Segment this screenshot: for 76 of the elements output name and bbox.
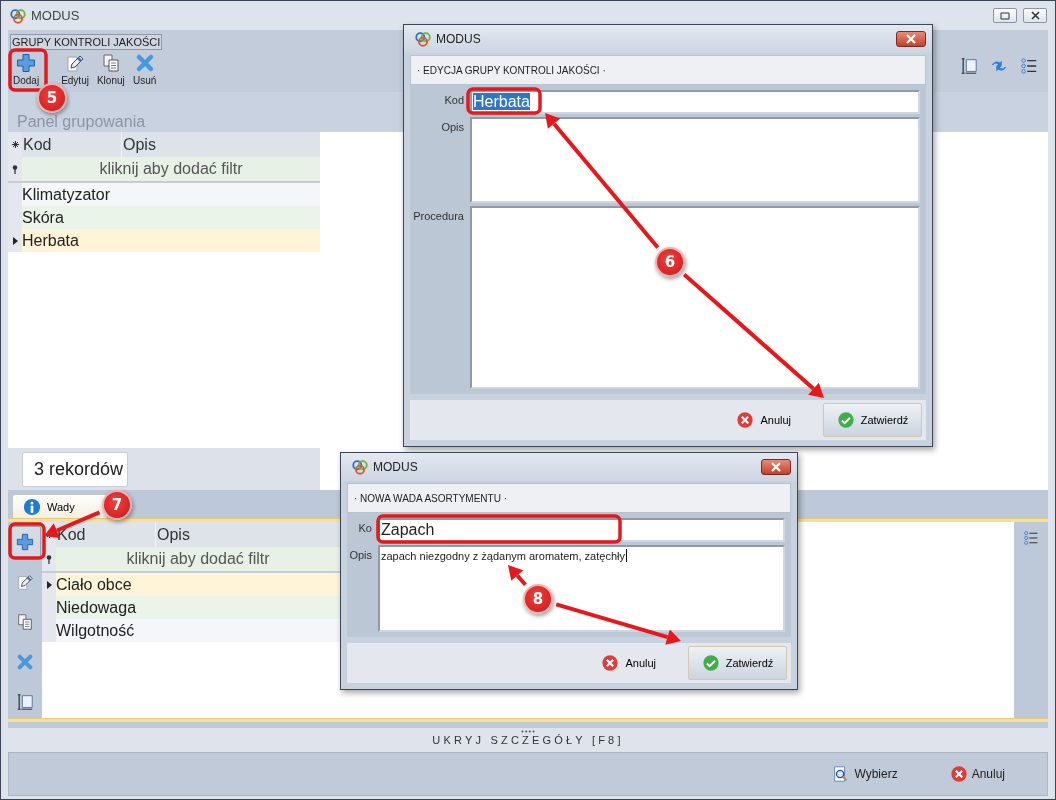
asterisk-icon	[11, 141, 19, 148]
delete-icon	[16, 653, 34, 671]
table-cell[interactable]: Klimatyzator	[22, 183, 320, 206]
row-header[interactable]	[8, 229, 22, 252]
pencil-icon	[65, 53, 86, 73]
text-area[interactable]	[470, 117, 920, 203]
field-label: Ko	[358, 521, 373, 534]
select-button[interactable]: Wybierz	[830, 763, 900, 785]
field-label: Opis	[441, 120, 465, 133]
close-icon	[905, 34, 917, 44]
table-cell[interactable]: Niedowaga	[56, 596, 340, 619]
pencil-icon	[16, 573, 34, 591]
grip-icon	[521, 730, 535, 733]
close-icon	[770, 462, 782, 472]
close-icon	[1030, 11, 1040, 20]
cancel-button[interactable]: Anuluj	[734, 409, 793, 431]
logo-icon	[9, 6, 27, 25]
table-cell[interactable]: Herbata	[22, 229, 320, 252]
code-field[interactable]: Herbata	[470, 90, 920, 114]
section-header: · NOWA WADA ASORTYMENTU ·	[347, 483, 791, 513]
section-header: · EDYCJA GRUPY KONTROLI JAKOŚCI ·	[410, 55, 926, 85]
table-cell[interactable]: Ciało obce	[56, 573, 340, 596]
list-icon	[1020, 57, 1038, 75]
dialog-title: MODUS	[436, 32, 481, 46]
text-area[interactable]	[470, 206, 920, 389]
close-button[interactable]	[896, 31, 926, 47]
check-icon	[701, 654, 720, 672]
toolbar-button[interactable]	[960, 57, 978, 75]
delete-icon	[134, 53, 155, 73]
table-cell[interactable]: Skóra	[22, 206, 320, 229]
documents-icon	[100, 53, 121, 73]
grouping-hint: Panel grupowania	[17, 114, 146, 130]
check-icon	[836, 411, 855, 429]
plus-icon	[16, 53, 37, 73]
field-label: Opis	[349, 548, 373, 561]
plus-icon	[16, 533, 34, 551]
group-label: GRUPY KONTROLI JAKOŚCI	[10, 34, 163, 50]
field-label: Kod	[444, 93, 465, 106]
highlight-frame	[8, 48, 48, 92]
cancel-button[interactable]: Anuluj	[599, 652, 658, 674]
record-count: 3 rekordów	[22, 451, 129, 487]
highlight-frame	[8, 522, 46, 560]
cancel-button[interactable]: Anuluj	[947, 763, 1007, 785]
toggle-details-link[interactable]: UKRYJ SZCZEGÓŁY [F8]	[432, 733, 624, 747]
window-title: MODUS	[31, 8, 80, 23]
column-chooser-icon	[960, 57, 978, 75]
add-button[interactable]: Dodaj	[10, 52, 43, 87]
close-button[interactable]	[1023, 8, 1047, 23]
column-header[interactable]: Opis	[122, 132, 320, 157]
pin-icon	[46, 554, 52, 564]
confirm-button[interactable]: Zatwierdź	[688, 646, 787, 680]
delete-button[interactable]: Usuń	[129, 52, 160, 87]
cancel-icon	[601, 654, 620, 672]
list-icon	[1023, 530, 1039, 546]
clone-button[interactable]: Klonuj	[93, 52, 128, 87]
cancel-icon	[736, 411, 755, 429]
restore-icon	[1000, 11, 1010, 20]
table-cell[interactable]: Wilgotność	[56, 619, 340, 642]
logo-icon	[414, 30, 432, 48]
pin-icon	[12, 164, 18, 174]
restore-button[interactable]	[993, 8, 1017, 23]
info-icon	[23, 497, 41, 516]
column-chooser-icon	[16, 693, 34, 711]
confirm-button[interactable]: Zatwierdź	[823, 403, 922, 437]
cancel-icon	[949, 765, 968, 783]
field-label: Procedura	[413, 209, 465, 222]
logo-icon	[351, 458, 369, 476]
arrow	[508, 565, 527, 587]
dialog-title: MODUS	[373, 460, 418, 474]
toolbar-button[interactable]	[1020, 57, 1038, 75]
row-header[interactable]	[42, 573, 56, 596]
tab[interactable]: Wady	[12, 494, 108, 518]
code-field[interactable]: Zapach	[378, 518, 785, 542]
column-header[interactable]: Opis	[156, 522, 340, 547]
documents-icon	[16, 613, 34, 631]
close-button[interactable]	[761, 459, 791, 475]
